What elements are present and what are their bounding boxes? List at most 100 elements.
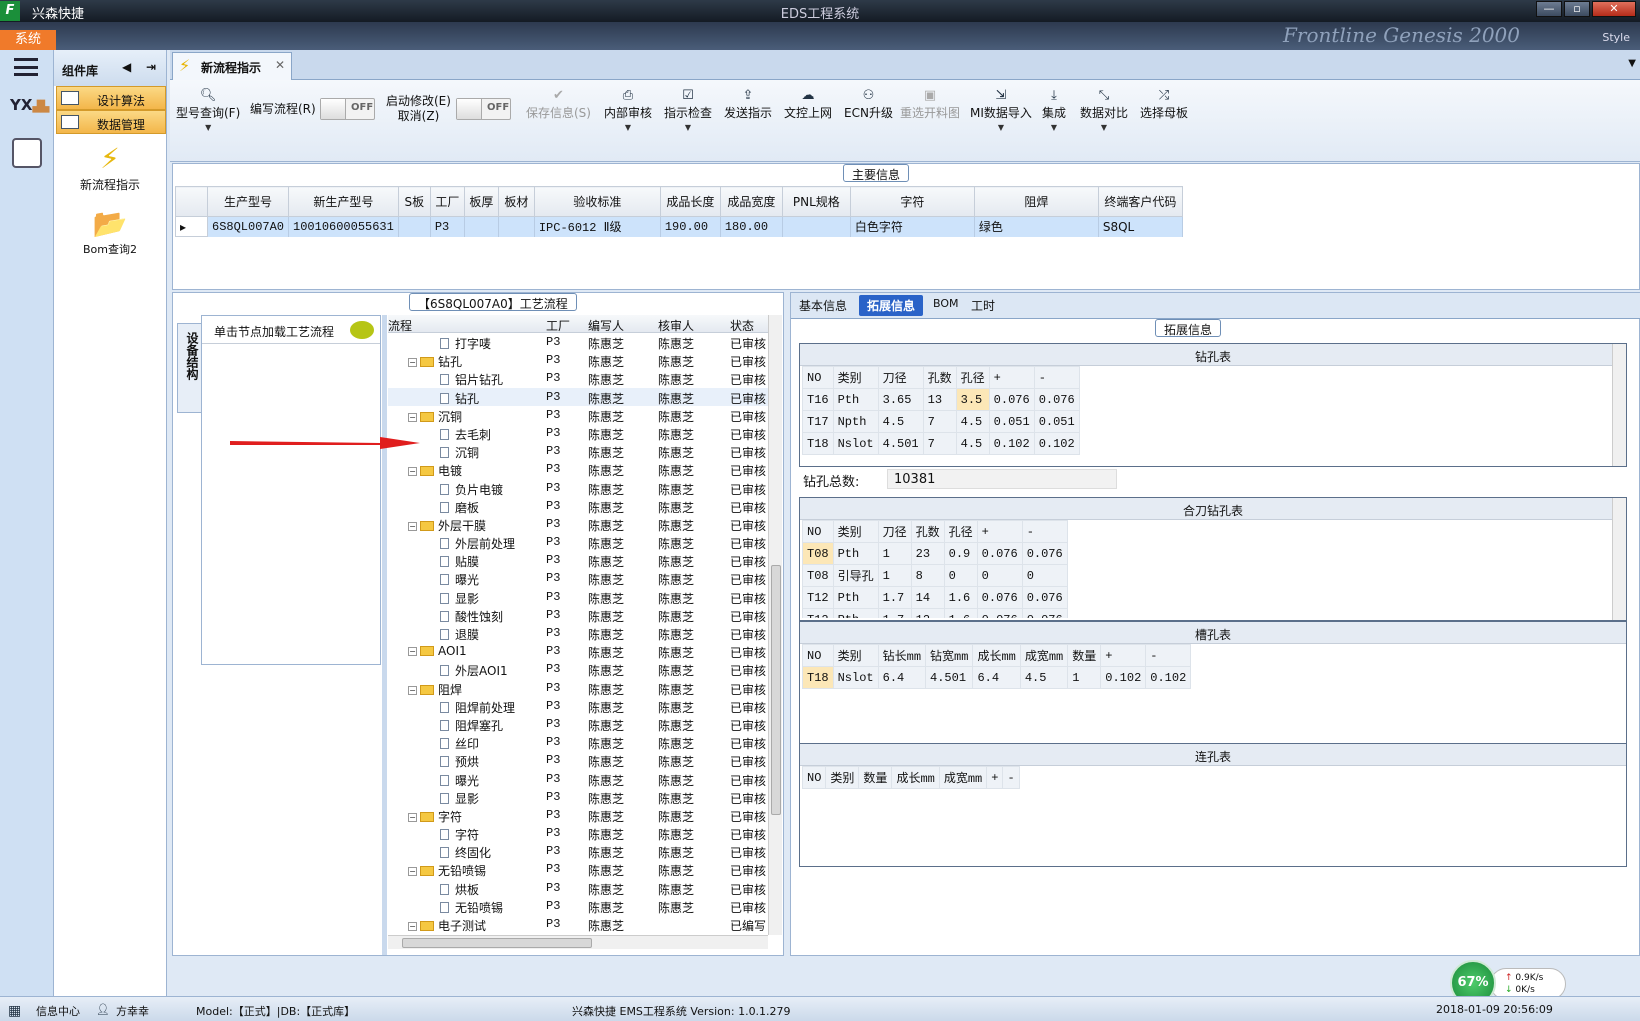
pin-icon[interactable]: ⇥ bbox=[146, 60, 156, 74]
save-info-button[interactable]: ✔ 保存信息(S) bbox=[526, 88, 591, 121]
grid-column-header[interactable]: - bbox=[1002, 766, 1020, 789]
grid-column-header[interactable]: 孔数 bbox=[910, 520, 945, 543]
combined-drill-scrollbar[interactable] bbox=[1612, 498, 1626, 620]
flow-tree-row[interactable]: − AOI1 P3 陈惠芝 陈惠芝 已审核 bbox=[388, 642, 768, 660]
grid-column-header[interactable]: 成长mm bbox=[891, 766, 940, 789]
collapse-toggle-icon[interactable]: − bbox=[408, 467, 417, 477]
grid-column-header[interactable]: 钻宽mm bbox=[925, 644, 974, 667]
collapse-toggle-icon[interactable]: − bbox=[408, 412, 417, 422]
flow-tree-row[interactable]: 字符 P3 陈惠芝 陈惠芝 已审核 bbox=[388, 824, 768, 842]
main-info-cell[interactable]: IPC-6012 Ⅱ级 bbox=[534, 216, 661, 237]
lib-item-data-management[interactable]: 数据管理 bbox=[56, 110, 166, 134]
mi-import-button[interactable]: ⇲ MI数据导入 ▼ bbox=[970, 88, 1032, 132]
redo-layout-button[interactable]: ▣ 重选开料图 bbox=[900, 88, 960, 121]
main-info-column-header[interactable]: 终端客户代码 bbox=[1097, 186, 1183, 217]
collapse-toggle-icon[interactable]: − bbox=[408, 685, 417, 695]
hamburger-menu-icon[interactable] bbox=[14, 58, 38, 76]
flow-tree-row[interactable]: 曝光 P3 陈惠芝 陈惠芝 已审核 bbox=[388, 569, 768, 587]
main-info-column-header[interactable]: S板 bbox=[397, 186, 431, 217]
start-modify-toggle[interactable]: OFF bbox=[456, 98, 511, 120]
grid-column-header[interactable]: + bbox=[976, 520, 1023, 543]
grid-icon[interactable]: ▦ bbox=[8, 1003, 21, 1019]
grid-column-header[interactable]: + bbox=[1100, 644, 1147, 667]
grid-column-header[interactable]: 类别 bbox=[832, 366, 879, 389]
tab-basic-info[interactable]: 基本信息 bbox=[799, 297, 847, 314]
flow-vertical-scrollbar[interactable] bbox=[768, 315, 782, 935]
grid-column-header[interactable]: + bbox=[988, 366, 1035, 389]
minimize-button[interactable]: — bbox=[1536, 1, 1562, 17]
grid-column-header[interactable]: 孔数 bbox=[922, 366, 957, 389]
main-info-column-header[interactable]: 成品宽度 bbox=[719, 186, 783, 217]
flow-tree-row[interactable]: 曝光 P3 陈惠芝 陈惠芝 已审核 bbox=[388, 770, 768, 788]
grid-row[interactable]: T17 Npth 4.5 7 4.5 0.051 0.051 bbox=[802, 410, 1080, 433]
lib-item-bom-query[interactable]: 📂 Bom查询2 bbox=[54, 207, 166, 257]
grid-column-header[interactable]: 类别 bbox=[832, 520, 879, 543]
flow-tree-row[interactable]: − 字符 P3 陈惠芝 陈惠芝 已审核 bbox=[388, 806, 768, 824]
flow-tree-row[interactable]: 沉铜 P3 陈惠芝 陈惠芝 已审核 bbox=[388, 442, 768, 460]
flow-tree-row[interactable]: 外层前处理 P3 陈惠芝 陈惠芝 已审核 bbox=[388, 533, 768, 551]
main-info-cell[interactable]: 10010600055631 bbox=[288, 216, 399, 237]
instruction-check-button[interactable]: ☑ 指示检查 ▼ bbox=[664, 88, 712, 132]
flow-tree-row[interactable]: − 外层干膜 P3 陈惠芝 陈惠芝 已审核 bbox=[388, 515, 768, 533]
collapse-toggle-icon[interactable]: − bbox=[408, 812, 417, 822]
flow-tree-row[interactable]: 退膜 P3 陈惠芝 陈惠芝 已审核 bbox=[388, 624, 768, 642]
calculator-icon[interactable] bbox=[12, 138, 42, 168]
maximize-button[interactable]: ▫ bbox=[1564, 1, 1590, 17]
grid-column-header[interactable]: 刀径 bbox=[877, 520, 912, 543]
main-info-column-header[interactable]: 成品长度 bbox=[659, 186, 721, 217]
grid-column-header[interactable]: - bbox=[1145, 644, 1192, 667]
grid-column-header[interactable]: NO bbox=[802, 366, 834, 389]
grid-column-header[interactable]: 类别 bbox=[825, 766, 860, 789]
flow-tree-row[interactable]: − 阻焊 P3 陈惠芝 陈惠芝 已审核 bbox=[388, 679, 768, 697]
row-indicator[interactable]: ▸ bbox=[175, 216, 208, 237]
flow-tree-row[interactable]: − 沉铜 P3 陈惠芝 陈惠芝 已审核 bbox=[388, 406, 768, 424]
collapse-toggle-icon[interactable]: − bbox=[408, 521, 417, 531]
tab-device-structure[interactable]: 设备结构 bbox=[177, 323, 201, 413]
flow-tree-row[interactable]: 去毛刺 P3 陈惠芝 陈惠芝 已审核 bbox=[388, 424, 768, 442]
close-tab-icon[interactable]: ✕ bbox=[275, 58, 285, 72]
main-info-column-header[interactable]: 阻焊 bbox=[973, 186, 1099, 217]
grid-row[interactable]: T16 Pth 3.65 13 3.5 0.076 0.076 bbox=[802, 388, 1080, 411]
grid-column-header[interactable]: 数量 bbox=[1067, 644, 1102, 667]
main-info-column-header[interactable]: 板材 bbox=[497, 186, 535, 217]
main-info-column-header[interactable]: 新生产型号 bbox=[288, 186, 399, 217]
info-center-link[interactable]: 信息中心 bbox=[36, 1003, 80, 1019]
flow-tree-row[interactable]: − 电镀 P3 陈惠芝 陈惠芝 已审核 bbox=[388, 460, 768, 478]
main-info-cell[interactable]: P3 bbox=[430, 216, 465, 237]
grid-column-header[interactable]: 刀径 bbox=[877, 366, 924, 389]
chevron-down-icon[interactable]: ▼ bbox=[1628, 58, 1636, 69]
flow-tree-row[interactable]: − 无铅喷锡 P3 陈惠芝 陈惠芝 已审核 bbox=[388, 860, 768, 878]
internal-review-button[interactable]: ⎙ 内部审核 ▼ bbox=[604, 88, 652, 132]
send-instruction-button[interactable]: ⇪ 发送指示 bbox=[724, 88, 772, 121]
main-info-column-header[interactable]: 工厂 bbox=[429, 186, 465, 217]
grid-column-header[interactable]: 成长mm bbox=[972, 644, 1021, 667]
collapse-toggle-icon[interactable]: − bbox=[408, 922, 417, 931]
grid-column-header[interactable]: 钻长mm bbox=[877, 644, 927, 667]
tab-bom[interactable]: BOM bbox=[933, 297, 959, 310]
grid-column-header[interactable]: 数量 bbox=[858, 766, 893, 789]
main-info-column-header[interactable]: 板厚 bbox=[463, 186, 499, 217]
main-info-cell[interactable] bbox=[782, 216, 851, 237]
main-info-column-header[interactable]: 字符 bbox=[849, 186, 975, 217]
tab-new-flow[interactable]: ⚡ 新流程指示 ✕ bbox=[172, 52, 292, 80]
select-mother-board-button[interactable]: ⤮ 选择母板 bbox=[1140, 88, 1188, 121]
main-info-cell[interactable]: 180.00 bbox=[720, 216, 783, 237]
grid-row[interactable]: T12 Pth 1.7 14 1.6 0.076 0.076 bbox=[802, 586, 1068, 609]
grid-row[interactable]: T08 Pth 1 23 0.9 0.076 0.076 bbox=[802, 542, 1068, 565]
flow-tree-row[interactable]: 终固化 P3 陈惠芝 陈惠芝 已审核 bbox=[388, 842, 768, 860]
flow-tree-row[interactable]: − 钻孔 P3 陈惠芝 陈惠芝 已审核 bbox=[388, 351, 768, 369]
collapse-left-icon[interactable]: ◀ bbox=[122, 60, 131, 74]
grid-column-header[interactable]: NO bbox=[802, 520, 834, 543]
main-info-cell[interactable] bbox=[464, 216, 499, 237]
collapse-toggle-icon[interactable]: − bbox=[408, 358, 417, 368]
flow-tree-row[interactable]: 钻孔 P3 陈惠芝 陈惠芝 已审核 bbox=[388, 387, 768, 406]
main-info-column-header[interactable]: 验收标准 bbox=[533, 186, 661, 217]
grid-row[interactable]: T08 引导孔 1 8 0 0 0 bbox=[802, 564, 1068, 587]
data-compare-button[interactable]: ⤡ 数据对比 ▼ bbox=[1080, 88, 1128, 132]
flow-tree-row[interactable]: 负片电镀 P3 陈惠芝 陈惠芝 已审核 bbox=[388, 479, 768, 497]
flow-tree-row[interactable]: − 电子测试 P3 陈惠芝 已编写 bbox=[388, 915, 768, 933]
flow-tree-row[interactable]: 阻焊塞孔 P3 陈惠芝 陈惠芝 已审核 bbox=[388, 715, 768, 733]
flow-tree-row[interactable]: 贴膜 P3 陈惠芝 陈惠芝 已审核 bbox=[388, 551, 768, 569]
flow-tree-row[interactable]: 阻焊前处理 P3 陈惠芝 陈惠芝 已审核 bbox=[388, 697, 768, 715]
tab-work-hours[interactable]: 工时 bbox=[971, 297, 995, 314]
